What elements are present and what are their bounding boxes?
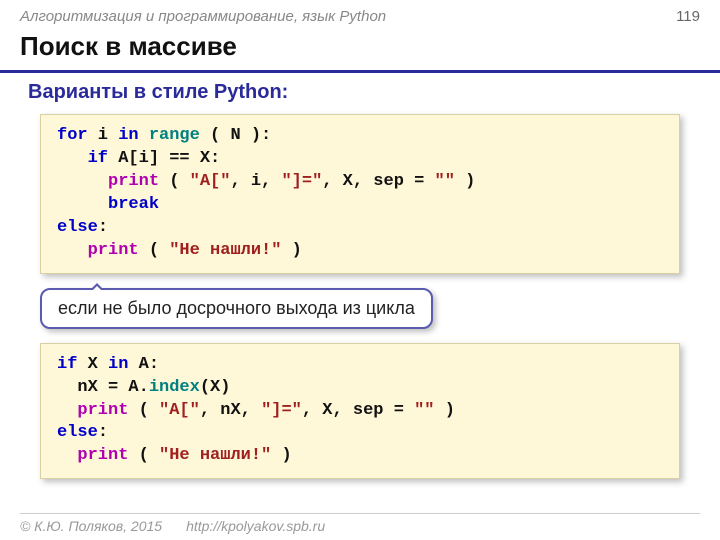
t: , X, sep =: [322, 172, 434, 191]
t: X: [77, 355, 108, 374]
callout-box: если не было досрочного выхода из цикла: [40, 288, 433, 329]
footer: © К.Ю. Поляков, 2015 http://kpolyakov.sp…: [20, 513, 700, 534]
t: A:: [128, 355, 159, 374]
callout-text: если не было досрочного выхода из цикла: [58, 298, 415, 318]
kw: in: [118, 126, 138, 145]
fn: print: [57, 241, 139, 260]
t: :: [98, 423, 108, 442]
page-number: 119: [676, 8, 700, 25]
t: ): [271, 446, 291, 465]
t: i: [88, 126, 119, 145]
t: (: [139, 241, 170, 260]
kw: in: [108, 355, 128, 374]
t: ): [455, 172, 475, 191]
t: ): [435, 401, 455, 420]
str: "Не нашли!": [169, 241, 281, 260]
str: "]=": [261, 401, 302, 420]
t: nX = A.: [57, 378, 149, 397]
kw: if: [57, 149, 108, 168]
kw: for: [57, 126, 88, 145]
kw: break: [57, 195, 159, 214]
t: A[i] == X:: [108, 149, 220, 168]
str: "": [414, 401, 434, 420]
fn: index: [149, 378, 200, 397]
t: , X, sep =: [302, 401, 414, 420]
page-title: Поиск в массиве: [0, 27, 720, 73]
code-block-2: if X in A: nX = A.index(X) print ( "A[",…: [40, 343, 680, 480]
fn: range: [149, 126, 200, 145]
str: "A[": [159, 401, 200, 420]
str: "Не нашли!": [159, 446, 271, 465]
fn: print: [57, 172, 159, 191]
subtitle: Варианты в стиле Python:: [0, 73, 720, 112]
t: , nX,: [200, 401, 261, 420]
t: (X): [200, 378, 231, 397]
str: "A[": [190, 172, 231, 191]
t: :: [98, 218, 108, 237]
footer-url: http://kpolyakov.spb.ru: [186, 518, 325, 534]
t: (: [159, 172, 190, 191]
str: "": [435, 172, 455, 191]
callout-wrap: если не было досрочного выхода из цикла: [40, 288, 720, 329]
t: (: [128, 446, 159, 465]
t: (: [128, 401, 159, 420]
kw: if: [57, 355, 77, 374]
kw: else: [57, 423, 98, 442]
t: ( N ):: [200, 126, 271, 145]
fn: print: [57, 446, 128, 465]
topic-text: Алгоритмизация и программирование, язык …: [20, 8, 386, 25]
t: , i,: [230, 172, 281, 191]
copyright: © К.Ю. Поляков, 2015: [20, 518, 162, 534]
t: ): [281, 241, 301, 260]
t: [139, 126, 149, 145]
str: "]=": [281, 172, 322, 191]
code-block-1: for i in range ( N ): if A[i] == X: prin…: [40, 114, 680, 274]
header: Алгоритмизация и программирование, язык …: [0, 0, 720, 27]
kw: else: [57, 218, 98, 237]
fn: print: [57, 401, 128, 420]
